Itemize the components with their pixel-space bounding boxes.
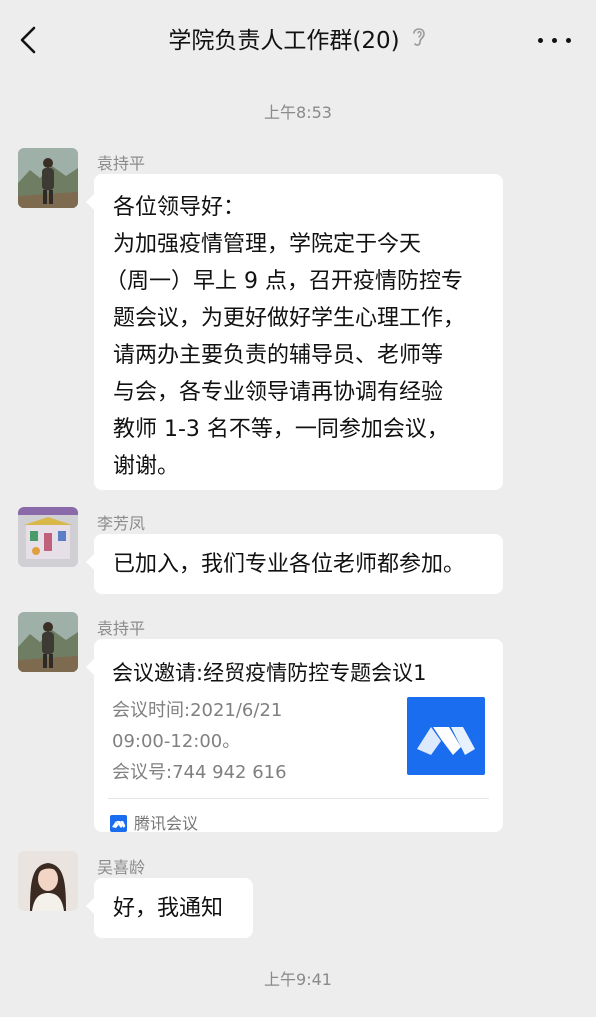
card-divider — [108, 798, 489, 799]
card-details: 会议时间:2021/6/21 09:00-12:00。 会议号:744 942 … — [112, 695, 287, 788]
card-source-label: 腾讯会议 — [134, 814, 199, 833]
more-button[interactable] — [538, 30, 574, 50]
meeting-invite-card[interactable]: 会议邀请:经贸疫情防控专题会议1 会议时间:2021/6/21 09:00-12… — [86, 639, 503, 833]
sender-name: 李芳凤 — [97, 514, 146, 533]
chat-header: 学院负责人工作群(20) — [0, 0, 596, 82]
group-name: 学院负责人工作群(20) — [168, 28, 400, 54]
meeting-time: 会议时间:2021/6/21 — [112, 700, 283, 721]
avatar[interactable] — [18, 148, 78, 208]
message-bubble[interactable]: 好，我通知 — [86, 878, 253, 938]
message-line: （周一）早上 9 点，召开疫情防控专 — [105, 269, 463, 294]
avatar[interactable] — [18, 507, 78, 567]
tencent-meeting-small-icon — [110, 815, 127, 832]
timestamp: 上午8:53 — [264, 103, 332, 122]
message-bubble[interactable]: 已加入，我们专业各位老师都参加。 — [86, 534, 503, 594]
message-line: 谢谢。 — [113, 454, 180, 479]
avatar[interactable] — [18, 851, 78, 911]
more-dot — [538, 38, 543, 43]
sender-name: 袁持平 — [97, 619, 146, 638]
ear-icon — [410, 0, 428, 81]
message-line: 各位领导好： — [113, 195, 246, 220]
message-line: 为加强疫情管理，学院定于今天 — [113, 232, 422, 257]
card-title: 会议邀请:经贸疫情防控专题会议1 — [112, 661, 427, 685]
tencent-meeting-logo-icon — [407, 697, 485, 775]
message-line: 请两办主要负责的辅导员、老师等 — [113, 343, 444, 368]
avatar[interactable] — [18, 612, 78, 672]
timestamp: 上午9:41 — [264, 970, 332, 989]
message-line: 教师 1-3 名不等，一同参加会议， — [113, 417, 449, 442]
sender-name: 吴喜龄 — [97, 858, 146, 877]
meeting-time-range: 09:00-12:00。 — [112, 731, 241, 752]
more-dot — [552, 38, 557, 43]
message-line: 题会议，为更好做好学生心理工作， — [113, 306, 466, 331]
card-source: 腾讯会议 — [110, 805, 198, 842]
more-dot — [566, 38, 571, 43]
message-line: 与会，各专业领导请再协调有经验 — [113, 380, 444, 405]
chat-title: 学院负责人工作群(20) — [0, 0, 596, 82]
sender-name: 袁持平 — [97, 154, 146, 173]
message-bubble[interactable]: 各位领导好： 为加强疫情管理，学院定于今天 （周一）早上 9 点，召开疫情防控专… — [86, 174, 503, 490]
meeting-number: 会议号:744 942 616 — [112, 762, 287, 783]
